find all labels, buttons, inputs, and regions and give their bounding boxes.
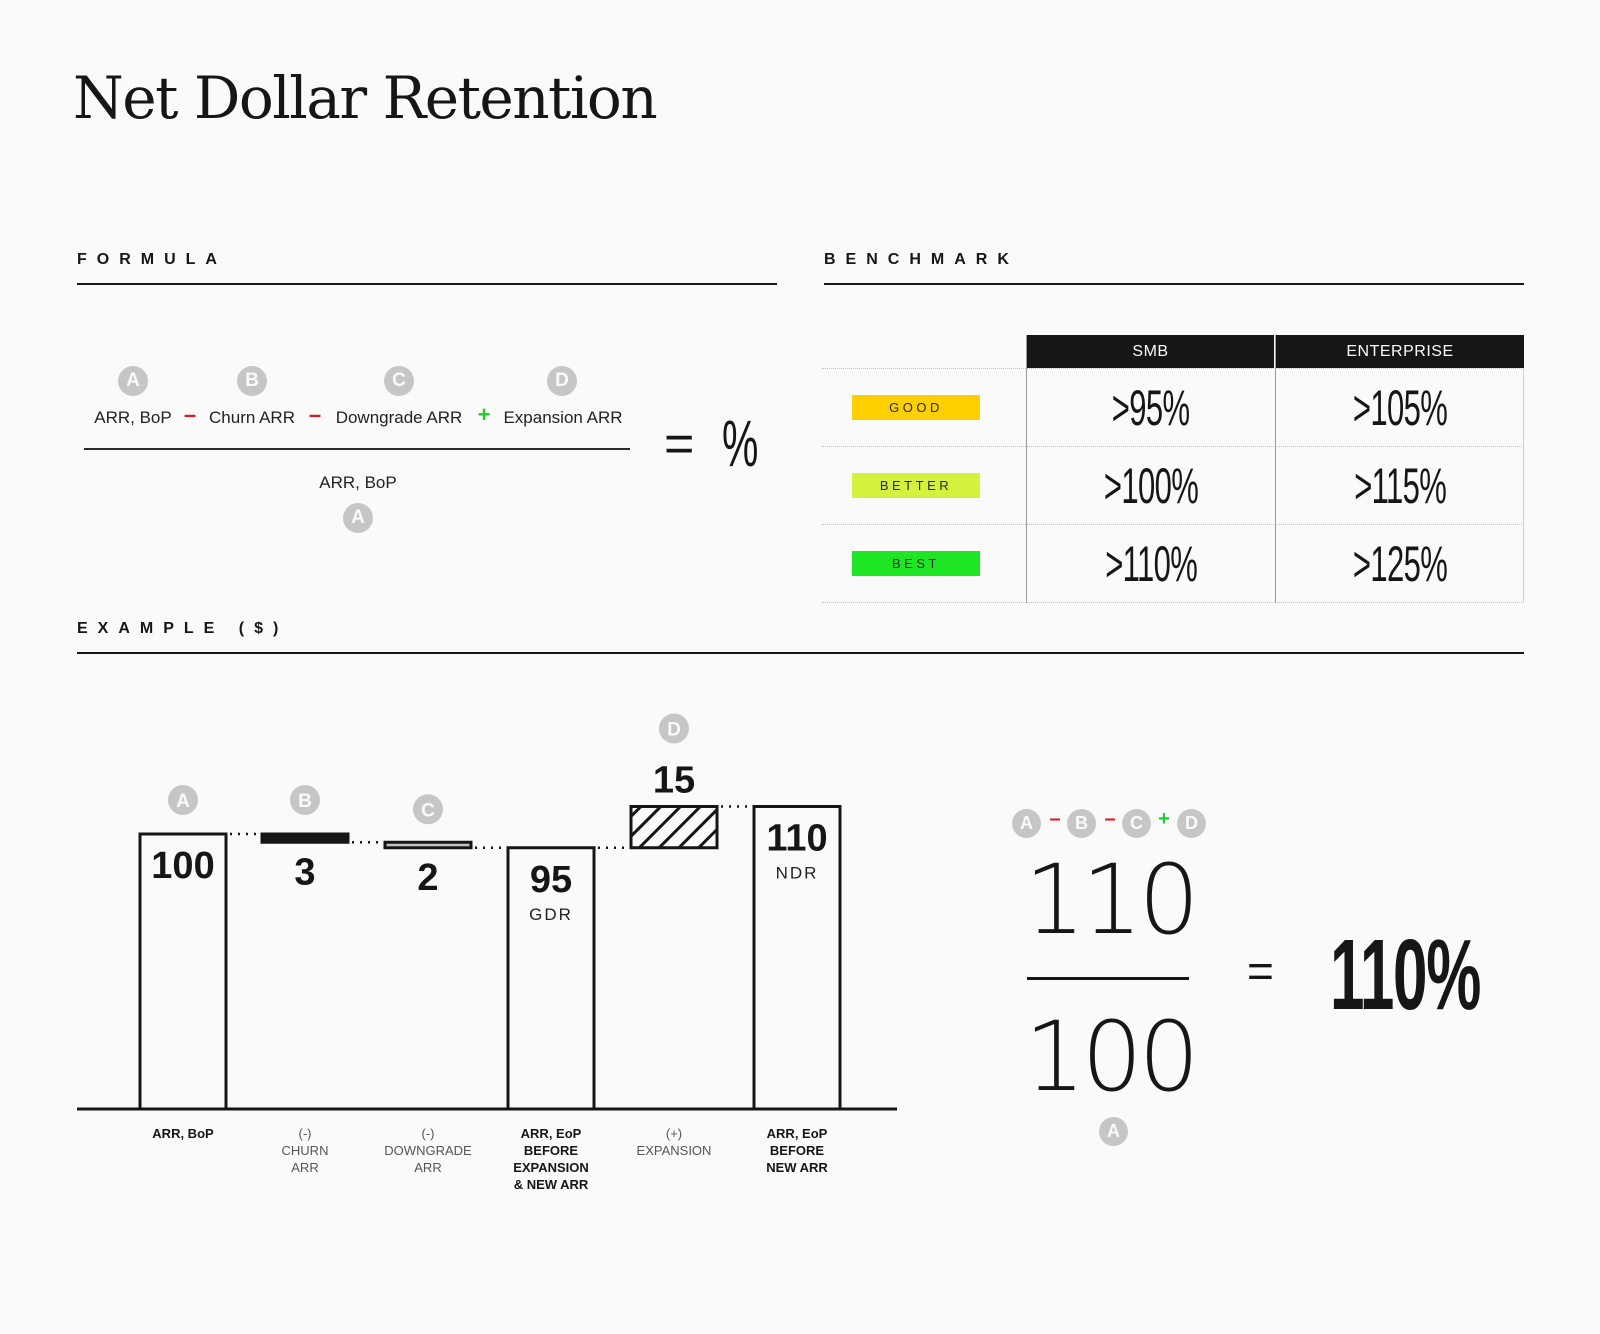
x-tick-label-line: CHURN — [281, 1143, 329, 1158]
x-tick-label: (-) DOWNGRADE ARR — [363, 1125, 493, 1176]
bar-1 — [260, 832, 350, 844]
value-label: 15 — [653, 760, 695, 802]
sublabel: GDR — [529, 905, 573, 924]
x-tick-label-line: (-) — [298, 1126, 312, 1141]
x-tick-label-line: ARR — [291, 1160, 319, 1175]
x-tick-label: (-) CHURN ARR — [240, 1125, 370, 1176]
x-tick-label-line: BEFORE — [769, 1143, 825, 1158]
ndr-result: 110% — [1330, 919, 1481, 1031]
x-tick-label-line: ARR, BoP — [152, 1126, 214, 1141]
result-denominator: 100 — [1024, 1001, 1199, 1113]
badge-d: D — [1177, 809, 1206, 838]
x-tick-label-line: DOWNGRADE — [384, 1143, 472, 1158]
equals-sign: = — [1247, 945, 1274, 997]
x-tick-label-line: ARR — [414, 1160, 442, 1175]
result-numerator: 110 — [1024, 844, 1199, 956]
badge-c: C — [1122, 809, 1151, 838]
badge-a: A — [1099, 1117, 1128, 1146]
x-tick-label-line: NEW ARR — [766, 1160, 828, 1175]
plus-operator: + — [1158, 808, 1170, 830]
x-tick-label: ARR, BoP — [118, 1125, 248, 1142]
badge-letter: D — [667, 720, 681, 741]
value-label: 110 — [766, 818, 827, 860]
minus-operator: – — [1104, 808, 1116, 830]
x-tick-label-line: (-) — [421, 1126, 435, 1141]
fraction-line — [1027, 977, 1189, 980]
bar-2 — [383, 840, 473, 850]
badge-letter: C — [421, 800, 435, 821]
badge-a: A — [1012, 809, 1041, 838]
badge-b: B — [1067, 809, 1096, 838]
value-label: 3 — [294, 851, 315, 893]
x-tick-label-line: ARR, EoP — [766, 1126, 828, 1141]
x-tick-label-line: (+) — [665, 1126, 683, 1141]
minus-operator: – — [1049, 808, 1061, 830]
x-tick-label-line: BEFORE — [523, 1143, 579, 1158]
value-label: 100 — [151, 845, 214, 887]
bar-4 — [629, 805, 719, 850]
sublabel: NDR — [776, 864, 819, 883]
badge-letter: B — [298, 791, 312, 812]
x-tick-label: ARR, EoP BEFORE NEW ARR — [732, 1125, 862, 1176]
x-tick-label-line: & NEW ARR — [513, 1177, 589, 1192]
value-label: 95 — [530, 859, 572, 901]
x-tick-label-line: EXPANSION — [513, 1160, 589, 1175]
badge-letter: A — [176, 791, 190, 812]
x-tick-label: (+) EXPANSION — [609, 1125, 739, 1159]
x-tick-label: ARR, EoP BEFORE EXPANSION & NEW ARR — [486, 1125, 616, 1193]
x-tick-label-line: ARR, EoP — [520, 1126, 582, 1141]
x-tick-label-line: EXPANSION — [636, 1143, 712, 1158]
value-label: 2 — [417, 857, 438, 899]
